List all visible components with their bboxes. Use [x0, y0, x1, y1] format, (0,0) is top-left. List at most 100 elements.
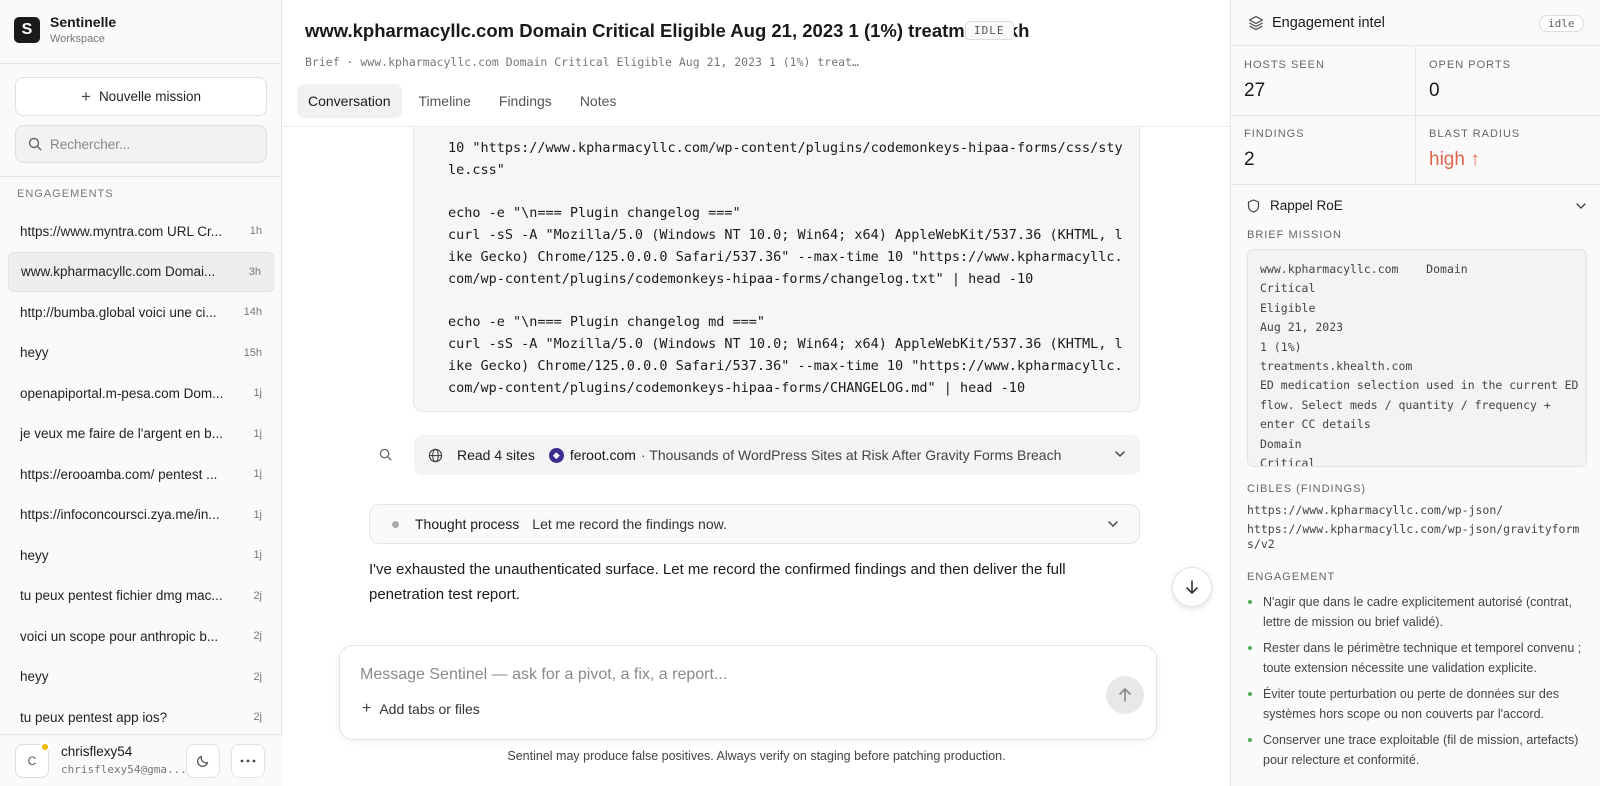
chevron-down-icon: [1115, 451, 1125, 458]
engagement-item[interactable]: openapiportal.m-pesa.com Dom... 1j: [8, 373, 274, 414]
rule-text: Conserver une trace exploitable (fil de …: [1263, 733, 1579, 767]
brief-mission-box[interactable]: www.kpharmacyllc.com Domain Critical Eli…: [1247, 249, 1587, 467]
brand-subtitle: Workspace: [50, 33, 105, 45]
engagement-item[interactable]: tu peux pentest app ios? 2j: [8, 697, 274, 738]
layers-icon: [1248, 15, 1264, 31]
stat-value: 2: [1244, 149, 1255, 170]
engagement-time: 1j: [253, 427, 262, 440]
engagement-time: 1j: [253, 387, 262, 400]
bullet-icon: [1248, 692, 1252, 696]
engagement-list: https://www.myntra.com URL Cr... 1h www.k…: [8, 211, 274, 738]
engagement-time: 2j: [253, 711, 262, 724]
rule-item: Éviter toute perturbation ou perte de do…: [1247, 684, 1587, 724]
search-input[interactable]: [50, 136, 250, 152]
engagement-title: openapiportal.m-pesa.com Dom...: [20, 385, 224, 401]
intel-panel: Engagement intel idle HOSTS SEEN 27 OPEN…: [1230, 0, 1600, 786]
brand-logo-icon: S: [14, 16, 40, 43]
bullet-icon: [1248, 738, 1252, 742]
engagements-section-label: ENGAGEMENTS: [17, 188, 114, 200]
engagement-time: 2j: [253, 630, 262, 643]
tab-notes[interactable]: Notes: [569, 84, 628, 118]
assistant-message: I've exhausted the unauthenticated surfa…: [369, 561, 1066, 603]
site-name: feroot.com: [569, 447, 636, 463]
thought-label: Thought process: [415, 516, 520, 532]
sidebar-divider: [0, 63, 282, 64]
brief-mission-label: BRIEF MISSION: [1247, 229, 1342, 241]
engagement-time: 2j: [253, 670, 262, 683]
engagement-item[interactable]: https://erooamba.com/ pentest ... 1j: [8, 454, 274, 495]
roe-toggle[interactable]: Rappel RoE: [1247, 198, 1587, 213]
plus-icon: +: [81, 86, 91, 106]
feroot-favicon-icon: ◆: [548, 447, 564, 463]
engagement-item[interactable]: tu peux pentest fichier dmg mac... 2j: [8, 576, 274, 617]
user-name: chrisflexy54: [61, 744, 133, 759]
stat-value-high: high ↑: [1429, 149, 1480, 170]
engagement-title: heyy: [20, 345, 49, 361]
engagement-time: 2j: [253, 589, 262, 602]
tab-timeline[interactable]: Timeline: [408, 84, 482, 118]
brief-mission-text: www.kpharmacyllc.com Domain Critical Eli…: [1260, 262, 1579, 467]
engagement-title: tu peux pentest fichier dmg mac...: [20, 588, 223, 604]
chevron-down-icon: [1576, 203, 1586, 209]
search-icon: [28, 137, 42, 151]
add-files-label: Add tabs or files: [379, 701, 480, 717]
rule-item: Rester dans le périmètre technique et te…: [1247, 638, 1587, 678]
engagement-rules: N'agir que dans le cadre explicitement a…: [1247, 592, 1587, 776]
intel-panel-title: Engagement intel: [1272, 15, 1385, 31]
targets-list: https://www.kpharmacyllc.com/wp-json/ ht…: [1247, 503, 1592, 556]
engagement-item[interactable]: http://bumba.global voici une ci... 14h: [8, 292, 274, 333]
engagement-item-active[interactable]: www.kpharmacyllc.com Domai... 3h: [8, 251, 274, 292]
add-tabs-or-files-button[interactable]: + Add tabs or files: [362, 700, 480, 718]
tab-conversation[interactable]: Conversation: [297, 84, 402, 118]
avatar[interactable]: C: [15, 742, 50, 778]
engagement-item[interactable]: https://infoconcoursci.zya.me/in... 1j: [8, 495, 274, 536]
stat-label: OPEN PORTS: [1429, 59, 1511, 71]
stat-value: 0: [1429, 80, 1440, 101]
engagement-time: 14h: [243, 306, 262, 319]
status-badge: idle: [1539, 15, 1584, 32]
read-sites-summary[interactable]: Read 4 sites ◆ feroot.com · Thousands of…: [414, 435, 1140, 475]
main-panel: www.kpharmacyllc.com Domain Critical Eli…: [283, 0, 1230, 786]
engagement-item[interactable]: je veux me faire de l'argent en b... 1j: [8, 414, 274, 455]
target-url[interactable]: https://www.kpharmacyllc.com/wp-json/: [1247, 503, 1592, 519]
page-title: www.kpharmacyllc.com Domain Critical Eli…: [305, 20, 1030, 41]
engagement-item[interactable]: heyy 2j: [8, 657, 274, 698]
engagement-title: http://bumba.global voici une ci...: [20, 304, 217, 320]
engagement-title: heyy: [20, 669, 49, 685]
engagement-item[interactable]: heyy 1j: [8, 535, 274, 576]
sidebar-divider: [0, 176, 282, 177]
target-url[interactable]: https://www.kpharmacyllc.com/wp-json/gra…: [1247, 522, 1592, 553]
engagement-label: ENGAGEMENT: [1247, 571, 1336, 583]
engagement-title: heyy: [20, 547, 49, 563]
arrow-down-icon: [1186, 580, 1198, 594]
roe-title: Rappel RoE: [1270, 198, 1343, 213]
stat-label: BLAST RADIUS: [1429, 128, 1521, 140]
status-badge: IDLE: [965, 21, 1014, 40]
engagement-title: tu peux pentest app ios?: [20, 709, 168, 725]
chevron-down-icon: [1108, 521, 1118, 528]
send-button[interactable]: [1106, 676, 1144, 714]
tab-findings[interactable]: Findings: [488, 84, 563, 118]
engagement-title: https://www.myntra.com URL Cr...: [20, 223, 223, 239]
engagement-time: 1j: [253, 468, 262, 481]
engagement-item[interactable]: voici un scope pour anthropic b... 2j: [8, 616, 274, 657]
engagement-title: https://erooamba.com/ pentest ...: [20, 466, 218, 482]
more-button[interactable]: [231, 744, 265, 778]
engagement-title: www.kpharmacyllc.com Domai...: [21, 264, 216, 280]
brand[interactable]: S Sentinelle Workspace: [14, 14, 116, 45]
breadcrumb[interactable]: Brief · www.kpharmacyllc.com Domain Crit…: [305, 55, 859, 69]
theme-toggle-button[interactable]: [186, 744, 220, 778]
engagement-item[interactable]: heyy 15h: [8, 333, 274, 374]
conversation-thread[interactable]: 10 "https://www.kpharmacyllc.com/wp-cont…: [283, 127, 1230, 627]
engagement-title: voici un scope pour anthropic b...: [20, 628, 219, 644]
stat-open-ports: OPEN PORTS 0: [1416, 47, 1600, 116]
globe-icon: [428, 448, 443, 462]
thought-process-toggle[interactable]: Thought process Let me record the findin…: [369, 504, 1140, 544]
message-input[interactable]: [360, 666, 1080, 684]
scroll-to-bottom-button[interactable]: [1172, 567, 1212, 607]
engagement-time: 15h: [243, 346, 262, 359]
engagement-item[interactable]: https://www.myntra.com URL Cr... 1h: [8, 211, 274, 252]
new-mission-button[interactable]: + Nouvelle mission: [15, 77, 267, 116]
targets-label: CIBLES (FINDINGS): [1247, 483, 1367, 495]
search-box[interactable]: [15, 125, 267, 163]
